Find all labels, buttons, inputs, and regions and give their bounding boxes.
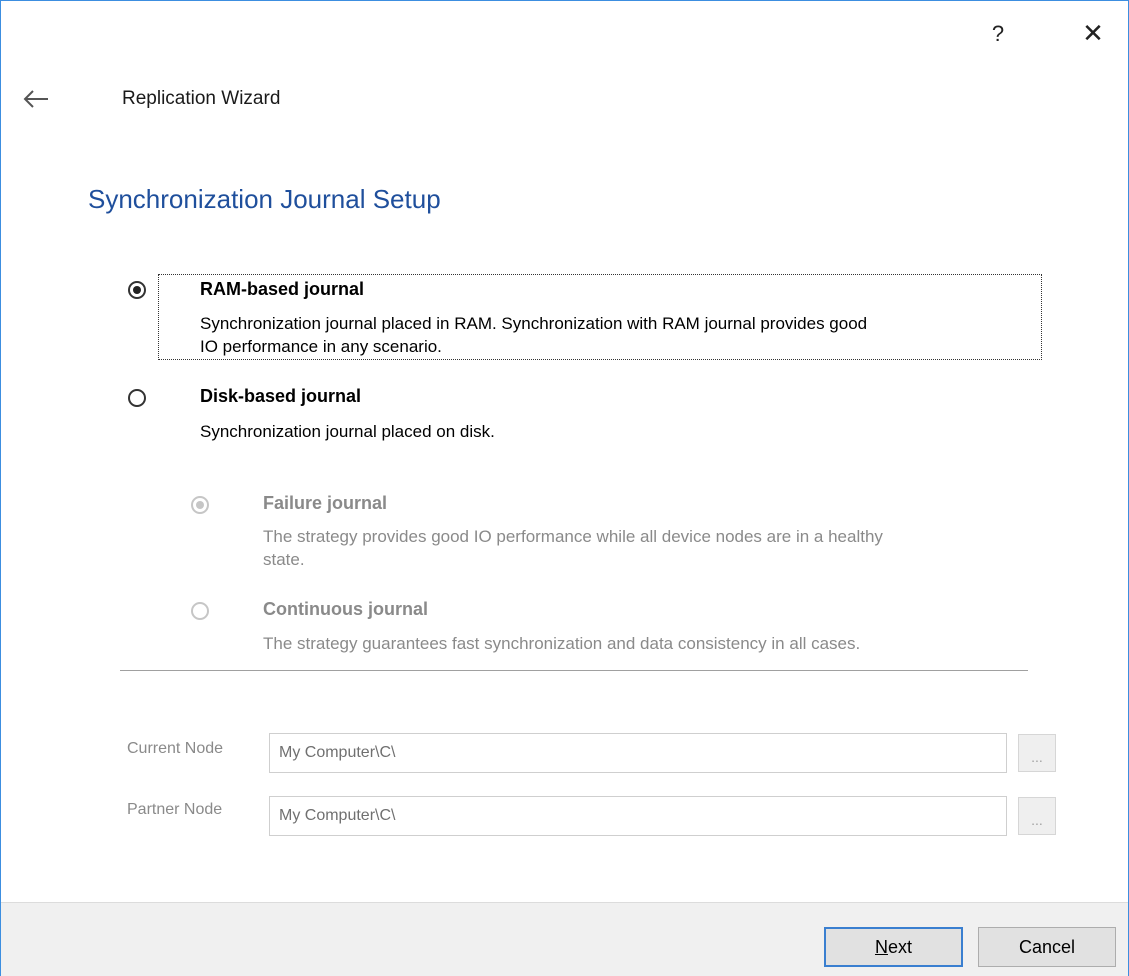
partner-node-label: Partner Node (127, 801, 223, 818)
partner-node-field[interactable]: My Computer\C\ (269, 796, 1007, 836)
back-arrow-icon[interactable] (22, 86, 50, 112)
next-label: ext (887, 936, 912, 957)
section-divider (120, 670, 1028, 671)
help-icon[interactable]: ? (983, 19, 1013, 49)
failure-journal-description-line1: The strategy provides good IO performanc… (263, 527, 883, 546)
continuous-journal-radio[interactable] (191, 602, 209, 620)
failure-journal-description-line2: state. (263, 550, 305, 569)
disk-journal-description: Synchronization journal placed on disk. (200, 422, 495, 441)
cancel-button[interactable]: Cancel (978, 927, 1116, 967)
ram-journal-title[interactable]: RAM-based journal (200, 279, 364, 300)
wizard-title: Replication Wizard (122, 88, 281, 109)
continuous-journal-description: The strategy guarantees fast synchroniza… (263, 634, 861, 653)
disk-journal-title[interactable]: Disk-based journal (200, 386, 361, 407)
partner-node-browse-button[interactable]: ... (1018, 797, 1056, 835)
current-node-field[interactable]: My Computer\C\ (269, 733, 1007, 773)
next-button[interactable]: Next (824, 927, 963, 967)
current-node-label: Current Node (127, 740, 224, 757)
continuous-journal-title[interactable]: Continuous journal (263, 599, 428, 620)
close-icon[interactable]: ✕ (1078, 18, 1108, 48)
ram-journal-description-line2: IO performance in any scenario. (200, 337, 442, 356)
page-title: Synchronization Journal Setup (88, 184, 441, 214)
failure-journal-title[interactable]: Failure journal (263, 493, 387, 514)
ram-journal-radio[interactable] (128, 281, 146, 299)
current-node-browse-button[interactable]: ... (1018, 734, 1056, 772)
ram-journal-description-line1: Synchronization journal placed in RAM. S… (200, 314, 868, 333)
failure-journal-radio[interactable] (191, 496, 209, 514)
next-mnemonic: N (874, 936, 888, 957)
disk-journal-radio[interactable] (128, 389, 146, 407)
footer-bar: Next Cancel (1, 902, 1128, 976)
